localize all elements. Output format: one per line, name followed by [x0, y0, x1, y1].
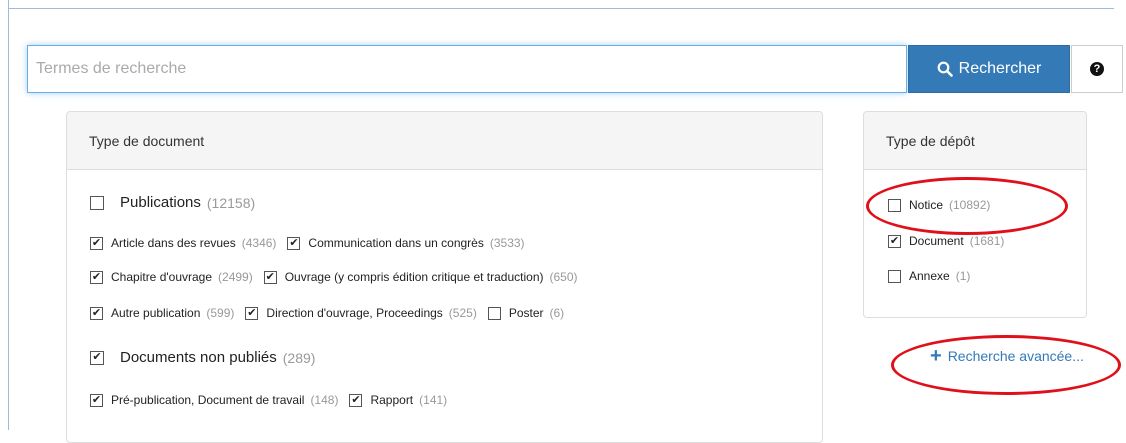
facet-label[interactable]: Document	[909, 234, 964, 248]
facet-label[interactable]: Pré-publication, Document de travail	[111, 393, 304, 407]
search-button[interactable]: Rechercher	[908, 45, 1070, 93]
facet-row: ✔ Autre publication (599) ✔ Direction d'…	[90, 306, 575, 320]
facet-label[interactable]: Chapitre d'ouvrage	[111, 270, 212, 284]
deposit-row-document: ✔ Document (1681)	[888, 234, 1015, 248]
facet-label[interactable]: Article dans des revues	[111, 236, 236, 250]
checkbox[interactable]: ✔	[90, 306, 103, 320]
document-type-title: Type de document	[67, 112, 822, 170]
facet-count: (4346)	[241, 236, 277, 250]
facet-count: (525)	[448, 306, 477, 320]
facet-row: ✔ Article dans des revues (4346) ✔ Commu…	[90, 236, 536, 250]
facet-label[interactable]: Poster	[509, 306, 544, 320]
deposit-type-title: Type de dépôt	[864, 112, 1086, 170]
checkbox[interactable]	[888, 198, 901, 212]
facet-count: (1)	[955, 269, 971, 283]
facet-group-unpublished[interactable]: ✔ Documents non publiés (289)	[90, 349, 326, 366]
facet-label[interactable]: Autre publication	[111, 306, 200, 320]
facet-count: (10892)	[949, 198, 991, 212]
facet-group-label: Documents non publiés	[120, 349, 277, 366]
deposit-row-notice: Notice (10892)	[888, 198, 1001, 212]
facet-label[interactable]: Rapport	[370, 393, 413, 407]
plus-icon: +	[930, 345, 942, 367]
checkbox[interactable]: ✔	[90, 236, 103, 250]
facet-label[interactable]: Notice	[909, 198, 943, 212]
checkbox[interactable]: ✔	[287, 236, 301, 250]
deposit-row-annexe: Annexe (1)	[888, 269, 981, 283]
help-button[interactable]: ?	[1071, 45, 1123, 93]
facet-label[interactable]: Communication dans un congrès	[308, 236, 483, 250]
checkbox[interactable]	[487, 306, 501, 320]
advanced-search-label: Recherche avancée...	[947, 348, 1084, 364]
facet-group-label: Publications	[120, 194, 201, 211]
help-icon: ?	[1090, 62, 1104, 76]
checkbox[interactable]	[888, 269, 901, 283]
checkbox[interactable]: ✔	[90, 393, 103, 407]
page-border-left	[8, 0, 9, 430]
facet-count: (148)	[310, 393, 339, 407]
annotation-ellipse-advanced	[891, 335, 1121, 395]
facet-count: (2499)	[218, 270, 253, 284]
facet-row: ✔ Chapitre d'ouvrage (2499) ✔ Ouvrage (y…	[90, 270, 589, 284]
facet-group-count: (12158)	[206, 194, 256, 211]
checkbox[interactable]	[90, 195, 104, 210]
facet-count: (141)	[419, 393, 448, 407]
checkbox[interactable]: ✔	[263, 270, 277, 284]
page-border-top	[8, 8, 1114, 9]
facet-count: (599)	[206, 306, 235, 320]
facet-group-publications[interactable]: Publications (12158)	[90, 194, 266, 211]
facet-label[interactable]: Ouvrage (y compris édition critique et t…	[285, 270, 544, 284]
facet-count: (3533)	[489, 236, 525, 250]
deposit-type-panel: Type de dépôt	[863, 111, 1087, 318]
facet-label[interactable]: Direction d'ouvrage, Proceedings	[266, 306, 442, 320]
advanced-search-link[interactable]: + Recherche avancée...	[930, 345, 1084, 367]
facet-count: (650)	[549, 270, 578, 284]
search-input[interactable]	[27, 45, 907, 93]
facet-label[interactable]: Annexe	[909, 269, 950, 283]
facet-count: (1681)	[969, 234, 1005, 248]
facet-group-count: (289)	[282, 349, 316, 366]
search-button-label: Rechercher	[958, 60, 1042, 77]
checkbox[interactable]: ✔	[90, 270, 103, 284]
checkbox[interactable]: ✔	[245, 306, 259, 320]
checkbox[interactable]: ✔	[349, 393, 363, 407]
checkbox[interactable]: ✔	[888, 234, 901, 248]
facet-row: ✔ Pré-publication, Document de travail (…	[90, 393, 458, 407]
facet-count: (6)	[549, 306, 565, 320]
search-icon	[937, 61, 953, 77]
checkbox[interactable]: ✔	[90, 350, 104, 365]
